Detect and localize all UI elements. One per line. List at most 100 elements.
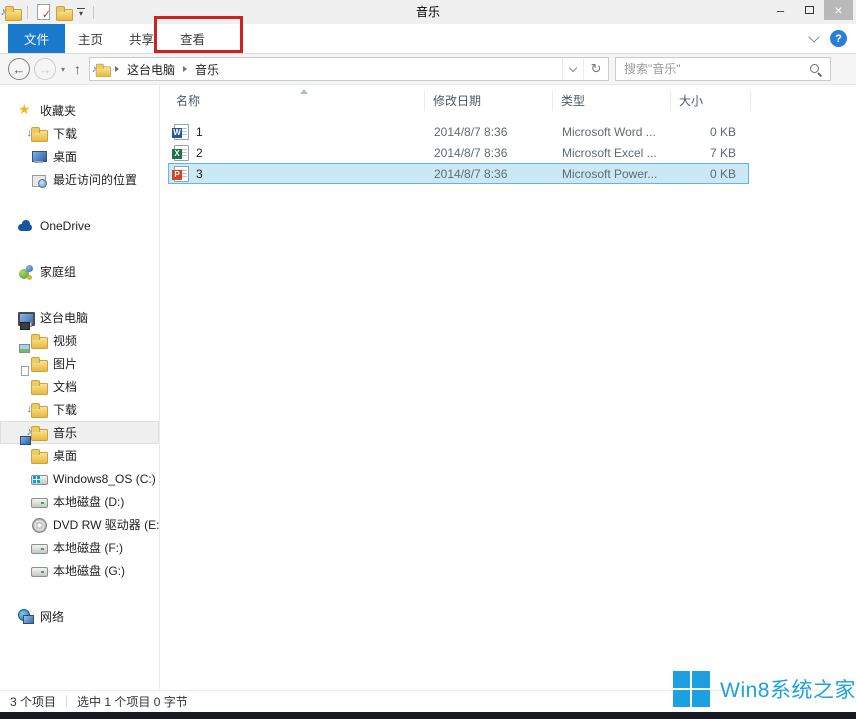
new-folder-icon[interactable] bbox=[56, 5, 71, 20]
minimize-button[interactable]: – bbox=[766, 0, 795, 20]
sidebar-item-label: 这台电脑 bbox=[40, 309, 88, 326]
ribbon-tab-bar: 文件 主页 共享 查看 ? bbox=[0, 24, 856, 54]
sidebar-item-label: 图片 bbox=[53, 355, 77, 372]
file-row-excel[interactable]: 2 2014/8/7 8:36 Microsoft Excel ... 7 KB bbox=[168, 142, 749, 163]
help-icon[interactable]: ? bbox=[830, 30, 847, 47]
file-date: 2014/8/7 8:36 bbox=[426, 146, 554, 160]
sidebar-item-label: 本地磁盘 (D:) bbox=[53, 493, 124, 510]
recent-locations-dropdown-icon[interactable]: ▾ bbox=[61, 65, 65, 74]
homegroup-icon bbox=[18, 264, 34, 280]
column-header-size[interactable]: 大小 bbox=[671, 91, 751, 111]
navigation-bar: ← → ▾ ↑ 这台电脑 音乐 ↻ bbox=[0, 54, 856, 85]
up-button[interactable]: ↑ bbox=[74, 61, 81, 77]
collapse-ribbon-icon[interactable] bbox=[808, 31, 819, 42]
file-name-cell: 2 bbox=[169, 145, 426, 161]
customize-toolbar-dropdown-icon[interactable]: ▾ bbox=[76, 6, 86, 18]
tab-file[interactable]: 文件 bbox=[8, 24, 65, 53]
file-name: 2 bbox=[196, 146, 203, 160]
sidebar-item-downloads[interactable]: 下载 bbox=[0, 398, 159, 421]
maximize-button[interactable] bbox=[795, 0, 824, 20]
sidebar-item-label: Windows8_OS (C:) bbox=[53, 472, 156, 486]
sidebar-item-label: 最近访问的位置 bbox=[53, 171, 137, 188]
sidebar-item-drive-c[interactable]: Windows8_OS (C:) bbox=[0, 467, 159, 490]
downloads-folder-icon bbox=[31, 402, 47, 418]
column-header-label: 类型 bbox=[561, 94, 585, 108]
navigation-pane: 收藏夹 下载 桌面 最近访问的位置 OneDrive 家庭组 bbox=[0, 85, 160, 690]
window-title: 音乐 bbox=[0, 0, 856, 24]
breadcrumb: 这台电脑 音乐 bbox=[90, 58, 562, 80]
sidebar-item-label: DVD RW 驱动器 (E:) bbox=[53, 516, 160, 533]
local-disk-icon bbox=[31, 563, 47, 579]
maximize-icon bbox=[805, 6, 814, 14]
sidebar-item-label: 下载 bbox=[53, 125, 77, 142]
tab-view[interactable]: 查看 bbox=[167, 24, 218, 53]
breadcrumb-arrow-icon bbox=[183, 66, 187, 72]
sidebar-item-recent-places[interactable]: 最近访问的位置 bbox=[0, 168, 159, 191]
breadcrumb-this-pc[interactable]: 这台电脑 bbox=[124, 61, 178, 78]
file-list-pane: 名称 修改日期 类型 大小 1 2014/8/7 8:36 Microsoft … bbox=[160, 85, 856, 690]
sidebar-item-drive-d[interactable]: 本地磁盘 (D:) bbox=[0, 490, 159, 513]
sidebar-item-drive-f[interactable]: 本地磁盘 (F:) bbox=[0, 536, 159, 559]
music-folder-icon bbox=[31, 425, 47, 441]
file-rows: 1 2014/8/7 8:36 Microsoft Word ... 0 KB … bbox=[168, 121, 856, 184]
status-selection-info: 选中 1 个项目 0 字节 bbox=[77, 693, 188, 710]
file-type: Microsoft Power... bbox=[554, 167, 672, 181]
breadcrumb-arrow-icon bbox=[115, 66, 119, 72]
tab-share[interactable]: 共享 bbox=[116, 24, 167, 53]
file-name: 1 bbox=[196, 125, 203, 139]
file-type: Microsoft Word ... bbox=[554, 125, 672, 139]
forward-button[interactable]: → bbox=[34, 58, 56, 80]
sidebar-item-fav-desktop[interactable]: 桌面 bbox=[0, 145, 159, 168]
star-icon bbox=[18, 103, 34, 119]
column-header-label: 修改日期 bbox=[433, 94, 481, 108]
column-header-date[interactable]: 修改日期 bbox=[425, 91, 553, 111]
column-header-label: 名称 bbox=[176, 94, 200, 108]
address-dropdown-button[interactable] bbox=[562, 58, 583, 80]
status-items-count: 3 个项目 bbox=[10, 693, 56, 710]
sidebar-item-desktop[interactable]: 桌面 bbox=[0, 444, 159, 467]
sidebar-item-label: 视频 bbox=[53, 332, 77, 349]
windows-logo-icon bbox=[673, 671, 711, 708]
sidebar-item-favorites[interactable]: 收藏夹 bbox=[0, 99, 159, 122]
main-area: 收藏夹 下载 桌面 最近访问的位置 OneDrive 家庭组 bbox=[0, 85, 856, 690]
file-type: Microsoft Excel ... bbox=[554, 146, 672, 160]
back-button[interactable]: ← bbox=[8, 58, 30, 80]
sidebar-item-label: 桌面 bbox=[53, 148, 77, 165]
recent-places-icon bbox=[31, 172, 47, 188]
network-icon bbox=[18, 609, 34, 625]
sidebar-item-onedrive[interactable]: OneDrive bbox=[0, 214, 159, 237]
search-icon bbox=[809, 63, 823, 77]
properties-icon[interactable] bbox=[35, 4, 51, 20]
column-header-name[interactable]: 名称 bbox=[168, 91, 425, 111]
watermark-text: Win8系统之家 bbox=[720, 674, 856, 704]
search-box bbox=[615, 57, 831, 81]
file-row-word[interactable]: 1 2014/8/7 8:36 Microsoft Word ... 0 KB bbox=[168, 121, 749, 142]
close-button[interactable]: × bbox=[824, 0, 853, 20]
column-header-type[interactable]: 类型 bbox=[553, 91, 671, 111]
sidebar-item-homegroup[interactable]: 家庭组 bbox=[0, 260, 159, 283]
sidebar-item-label: 家庭组 bbox=[40, 263, 76, 280]
file-name-cell: 1 bbox=[169, 124, 426, 140]
tab-home[interactable]: 主页 bbox=[65, 24, 116, 53]
ribbon-right-controls: ? bbox=[810, 24, 847, 53]
system-drive-icon bbox=[31, 471, 47, 487]
file-row-powerpoint-selected[interactable]: 3 2014/8/7 8:36 Microsoft Power... 0 KB bbox=[168, 163, 749, 184]
sidebar-item-label: 收藏夹 bbox=[40, 102, 76, 119]
sidebar-item-label: 本地磁盘 (G:) bbox=[53, 562, 125, 579]
sidebar-item-dvd-drive-e[interactable]: DVD RW 驱动器 (E:) bbox=[0, 513, 159, 536]
file-size: 0 KB bbox=[672, 125, 742, 139]
refresh-button[interactable]: ↻ bbox=[583, 58, 608, 80]
explorer-window: ▾ 音乐 – × 文件 主页 共享 查看 ? ← → ▾ ↑ bbox=[0, 0, 856, 719]
sidebar-item-network[interactable]: 网络 bbox=[0, 605, 159, 628]
toolbar-separator bbox=[93, 6, 94, 19]
breadcrumb-music[interactable]: 音乐 bbox=[192, 61, 222, 78]
search-input[interactable] bbox=[616, 58, 830, 80]
title-bar: ▾ 音乐 – × bbox=[0, 0, 856, 24]
sidebar-item-label: 下载 bbox=[53, 401, 77, 418]
address-bar[interactable]: 这台电脑 音乐 ↻ bbox=[89, 57, 609, 81]
sidebar-item-drive-g[interactable]: 本地磁盘 (G:) bbox=[0, 559, 159, 582]
sidebar-item-documents[interactable]: 文档 bbox=[0, 375, 159, 398]
pictures-folder-icon bbox=[31, 356, 47, 372]
sidebar-item-fav-downloads[interactable]: 下载 bbox=[0, 122, 159, 145]
powerpoint-file-icon bbox=[174, 166, 189, 182]
